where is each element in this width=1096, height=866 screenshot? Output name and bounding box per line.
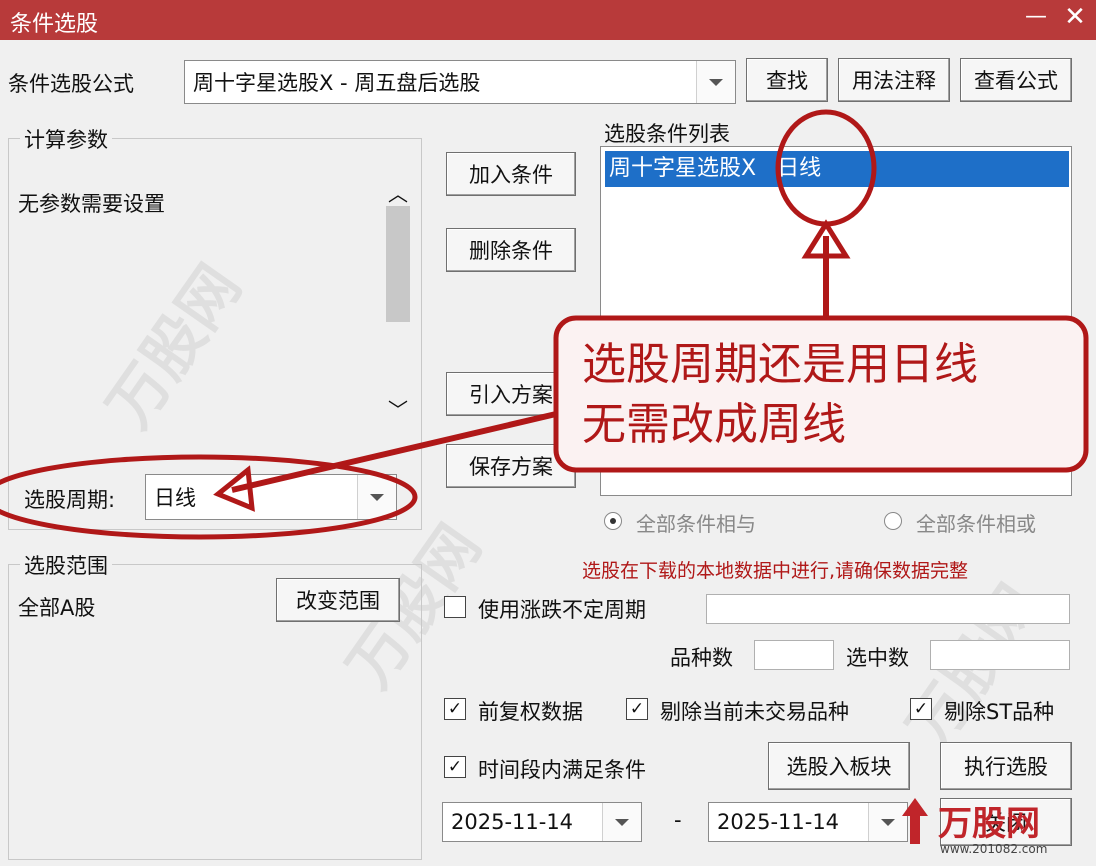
- brand-logo: 万股网: [938, 804, 1040, 844]
- add-condition-button[interactable]: 加入条件: [446, 152, 576, 196]
- count-field: [754, 640, 834, 670]
- condition-name: 周十字星选股X: [609, 156, 757, 181]
- brand-url: www.201082.com: [940, 842, 1048, 856]
- chevron-down-icon[interactable]: [602, 803, 641, 841]
- end-date-picker[interactable]: 2025-11-14: [708, 802, 908, 842]
- logic-or-radio[interactable]: [884, 512, 902, 530]
- formula-select[interactable]: 周十字星选股X - 周五盘后选股: [184, 60, 736, 104]
- irregular-period-label: 使用涨跌不定周期: [478, 598, 646, 622]
- start-date: 2025-11-14: [451, 810, 574, 834]
- list-item[interactable]: 周十字星选股X 日线: [605, 151, 1069, 187]
- time-range-label: 时间段内满足条件: [478, 758, 646, 782]
- time-range-checkbox[interactable]: ✓: [444, 756, 466, 778]
- exclude-untraded-label: 剔除当前未交易品种: [660, 700, 849, 724]
- find-button[interactable]: 查找: [746, 58, 828, 102]
- params-group-title: 计算参数: [20, 124, 112, 154]
- scroll-thumb[interactable]: [386, 206, 410, 322]
- title-bar: [0, 0, 1096, 40]
- selected-count-label: 选中数: [846, 646, 909, 670]
- annotation-line-1: 选股周期还是用日线: [582, 339, 978, 390]
- adjust-label: 前复权数据: [478, 700, 583, 724]
- view-formula-button[interactable]: 查看公式: [960, 58, 1072, 102]
- logic-and-radio[interactable]: [604, 512, 622, 530]
- exclude-st-checkbox[interactable]: ✓: [910, 698, 932, 720]
- condition-period: 日线: [777, 156, 822, 181]
- start-date-picker[interactable]: 2025-11-14: [442, 802, 642, 842]
- period-select[interactable]: 日线: [145, 474, 397, 520]
- annotation-line-2: 无需改成周线: [582, 399, 846, 450]
- logic-and-label[interactable]: 全部条件相与: [636, 508, 756, 537]
- selected-count-field: [930, 640, 1070, 670]
- formula-value: 周十字星选股X - 周五盘后选股: [193, 71, 481, 95]
- change-range-button[interactable]: 改变范围: [276, 578, 400, 622]
- params-text: 无参数需要设置: [18, 192, 165, 216]
- scroll-up-icon[interactable]: ︿: [388, 178, 408, 207]
- window-title: 条件选股: [10, 12, 99, 37]
- irregular-period-checkbox[interactable]: [444, 596, 466, 618]
- chevron-down-icon[interactable]: [357, 475, 396, 519]
- execute-button[interactable]: 执行选股: [940, 742, 1072, 790]
- scroll-down-icon[interactable]: ﹀: [388, 394, 408, 423]
- chevron-down-icon[interactable]: [696, 61, 735, 103]
- delete-condition-button[interactable]: 删除条件: [446, 228, 576, 272]
- range-group-title: 选股范围: [20, 550, 112, 580]
- exclude-st-label: 剔除ST品种: [944, 700, 1055, 724]
- close-icon[interactable]: ✕: [1060, 0, 1090, 34]
- minimize-icon[interactable]: —: [1022, 2, 1050, 32]
- end-date: 2025-11-14: [717, 810, 840, 834]
- brand-logo-icon: [900, 796, 930, 846]
- logic-or-label[interactable]: 全部条件相或: [916, 508, 1036, 537]
- data-warning: 选股在下载的本地数据中进行,请确保数据完整: [582, 560, 969, 582]
- usage-button[interactable]: 用法注释: [838, 58, 950, 102]
- condition-list-title: 选股条件列表: [604, 122, 730, 146]
- save-plan-button[interactable]: 保存方案: [446, 444, 576, 488]
- count-label: 品种数: [670, 646, 733, 670]
- import-plan-button[interactable]: 引入方案: [446, 372, 576, 416]
- range-value: 全部A股: [18, 596, 96, 620]
- arrow-up-icon: [902, 798, 928, 844]
- irregular-period-input[interactable]: [706, 594, 1070, 624]
- period-value: 日线: [154, 486, 196, 510]
- period-label: 选股周期:: [24, 488, 116, 512]
- formula-label: 条件选股公式: [8, 72, 134, 96]
- date-separator: -: [674, 808, 682, 832]
- to-block-button[interactable]: 选股入板块: [768, 742, 910, 790]
- adjust-checkbox[interactable]: ✓: [444, 698, 466, 720]
- exclude-untraded-checkbox[interactable]: ✓: [626, 698, 648, 720]
